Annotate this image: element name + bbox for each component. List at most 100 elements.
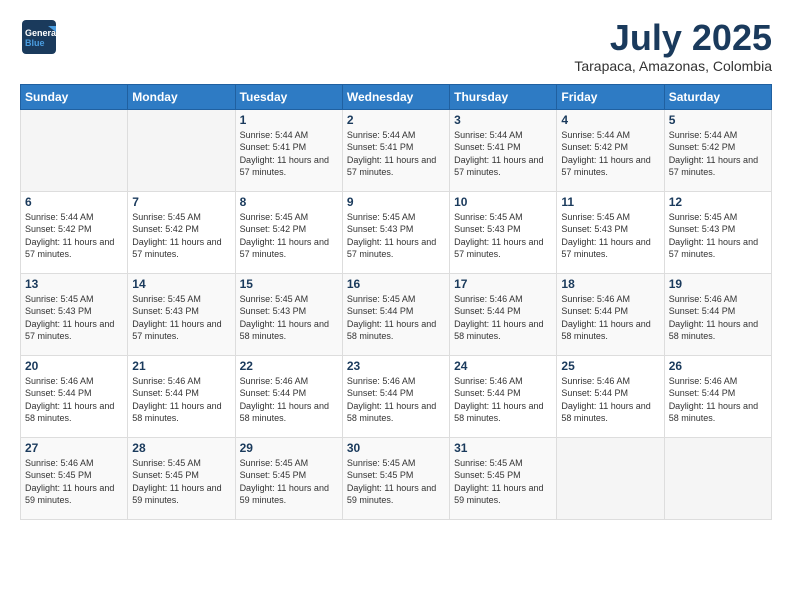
day-info: Sunrise: 5:46 AMSunset: 5:44 PMDaylight:… <box>347 375 445 425</box>
day-info: Sunrise: 5:46 AMSunset: 5:45 PMDaylight:… <box>25 457 123 507</box>
title-block: July 2025 Tarapaca, Amazonas, Colombia <box>574 18 772 74</box>
calendar-cell: 3 Sunrise: 5:44 AMSunset: 5:41 PMDaylight… <box>450 109 557 191</box>
weekday-header-friday: Friday <box>557 84 664 109</box>
day-number: 7 <box>132 195 230 209</box>
calendar-cell: 5 Sunrise: 5:44 AMSunset: 5:42 PMDaylight… <box>664 109 771 191</box>
day-info: Sunrise: 5:45 AMSunset: 5:43 PMDaylight:… <box>132 293 230 343</box>
calendar-cell <box>557 437 664 519</box>
calendar-cell: 16Sunrise: 5:45 AMSunset: 5:44 PMDayligh… <box>342 273 449 355</box>
day-info: Sunrise: 5:46 AMSunset: 5:44 PMDaylight:… <box>561 375 659 425</box>
day-info: Sunrise: 5:45 AMSunset: 5:42 PMDaylight:… <box>240 211 338 261</box>
weekday-header-monday: Monday <box>128 84 235 109</box>
day-info: Sunrise: 5:45 AMSunset: 5:43 PMDaylight:… <box>561 211 659 261</box>
day-number: 24 <box>454 359 552 373</box>
calendar-cell: 26Sunrise: 5:46 AMSunset: 5:44 PMDayligh… <box>664 355 771 437</box>
calendar-cell: 18 Sunrise: 5:46 AMSunset: 5:44 PMDayligh… <box>557 273 664 355</box>
calendar-cell: 20Sunrise: 5:46 AMSunset: 5:44 PMDayligh… <box>21 355 128 437</box>
calendar-cell: 24 Sunrise: 5:46 AMSunset: 5:44 PMDayligh… <box>450 355 557 437</box>
calendar-cell: 17Sunrise: 5:46 AMSunset: 5:44 PMDayligh… <box>450 273 557 355</box>
calendar-cell <box>128 109 235 191</box>
day-number: 25 <box>561 359 659 373</box>
day-number: 12 <box>669 195 767 209</box>
day-number: 1 <box>240 113 338 127</box>
week-row-3: 13 Sunrise: 5:45 AMSunset: 5:43 PMDayligh… <box>21 273 772 355</box>
day-number: 18 <box>561 277 659 291</box>
weekday-header-saturday: Saturday <box>664 84 771 109</box>
calendar-cell <box>21 109 128 191</box>
calendar-cell: 29Sunrise: 5:45 AMSunset: 5:45 PMDayligh… <box>235 437 342 519</box>
day-number: 28 <box>132 441 230 455</box>
day-info: Sunrise: 5:45 AMSunset: 5:43 PMDaylight:… <box>240 293 338 343</box>
day-number: 27 <box>25 441 123 455</box>
calendar-cell: 2 Sunrise: 5:44 AMSunset: 5:41 PMDaylight… <box>342 109 449 191</box>
day-number: 2 <box>347 113 445 127</box>
calendar-cell: 1 Sunrise: 5:44 AMSunset: 5:41 PMDaylight… <box>235 109 342 191</box>
day-info: Sunrise: 5:45 AMSunset: 5:43 PMDaylight:… <box>347 211 445 261</box>
calendar-cell: 8 Sunrise: 5:45 AMSunset: 5:42 PMDaylight… <box>235 191 342 273</box>
svg-text:Blue: Blue <box>25 38 45 48</box>
day-info: Sunrise: 5:44 AMSunset: 5:42 PMDaylight:… <box>561 129 659 179</box>
week-row-4: 20 Sunrise: 5:46 AMSunset: 5:44 PMDayligh… <box>21 355 772 437</box>
day-number: 26 <box>669 359 767 373</box>
calendar-cell: 13Sunrise: 5:45 AMSunset: 5:43 PMDayligh… <box>21 273 128 355</box>
day-info: Sunrise: 5:46 AMSunset: 5:44 PMDaylight:… <box>454 293 552 343</box>
calendar-cell: 22Sunrise: 5:46 AMSunset: 5:44 PMDayligh… <box>235 355 342 437</box>
day-number: 21 <box>132 359 230 373</box>
day-number: 8 <box>240 195 338 209</box>
day-number: 4 <box>561 113 659 127</box>
day-info: Sunrise: 5:45 AMSunset: 5:45 PMDaylight:… <box>347 457 445 507</box>
day-info: Sunrise: 5:44 AMSunset: 5:42 PMDaylight:… <box>25 211 123 261</box>
calendar-cell: 10 Sunrise: 5:45 AMSunset: 5:43 PMDayligh… <box>450 191 557 273</box>
day-number: 11 <box>561 195 659 209</box>
calendar-cell: 19Sunrise: 5:46 AMSunset: 5:44 PMDayligh… <box>664 273 771 355</box>
day-number: 23 <box>347 359 445 373</box>
calendar-cell: 9 Sunrise: 5:45 AMSunset: 5:43 PMDaylight… <box>342 191 449 273</box>
calendar-cell: 23 Sunrise: 5:46 AMSunset: 5:44 PMDayligh… <box>342 355 449 437</box>
weekday-header-row: SundayMondayTuesdayWednesdayThursdayFrid… <box>21 84 772 109</box>
day-info: Sunrise: 5:44 AMSunset: 5:41 PMDaylight:… <box>347 129 445 179</box>
calendar-cell: 30Sunrise: 5:45 AMSunset: 5:45 PMDayligh… <box>342 437 449 519</box>
calendar-cell: 4 Sunrise: 5:44 AMSunset: 5:42 PMDaylight… <box>557 109 664 191</box>
week-row-5: 27 Sunrise: 5:46 AMSunset: 5:45 PMDayligh… <box>21 437 772 519</box>
calendar-cell: 6 Sunrise: 5:44 AMSunset: 5:42 PMDaylight… <box>21 191 128 273</box>
day-info: Sunrise: 5:45 AMSunset: 5:45 PMDaylight:… <box>132 457 230 507</box>
day-number: 19 <box>669 277 767 291</box>
calendar-table: SundayMondayTuesdayWednesdayThursdayFrid… <box>20 84 772 520</box>
weekday-header-tuesday: Tuesday <box>235 84 342 109</box>
day-info: Sunrise: 5:44 AMSunset: 5:41 PMDaylight:… <box>454 129 552 179</box>
calendar-cell: 25 Sunrise: 5:46 AMSunset: 5:44 PMDayligh… <box>557 355 664 437</box>
logo-icon: General Blue <box>20 18 58 56</box>
weekday-header-thursday: Thursday <box>450 84 557 109</box>
day-number: 13 <box>25 277 123 291</box>
calendar-cell: 12 Sunrise: 5:45 AMSunset: 5:43 PMDayligh… <box>664 191 771 273</box>
day-number: 15 <box>240 277 338 291</box>
day-number: 6 <box>25 195 123 209</box>
day-number: 10 <box>454 195 552 209</box>
header: General Blue July 2025 Tarapaca, Amazona… <box>20 18 772 74</box>
calendar-cell: 14Sunrise: 5:45 AMSunset: 5:43 PMDayligh… <box>128 273 235 355</box>
calendar-cell: 27 Sunrise: 5:46 AMSunset: 5:45 PMDayligh… <box>21 437 128 519</box>
day-number: 31 <box>454 441 552 455</box>
day-info: Sunrise: 5:45 AMSunset: 5:42 PMDaylight:… <box>132 211 230 261</box>
day-number: 20 <box>25 359 123 373</box>
calendar-cell: 7 Sunrise: 5:45 AMSunset: 5:42 PMDaylight… <box>128 191 235 273</box>
day-info: Sunrise: 5:45 AMSunset: 5:43 PMDaylight:… <box>454 211 552 261</box>
month-title: July 2025 <box>574 18 772 58</box>
day-number: 22 <box>240 359 338 373</box>
day-number: 5 <box>669 113 767 127</box>
day-info: Sunrise: 5:44 AMSunset: 5:41 PMDaylight:… <box>240 129 338 179</box>
day-info: Sunrise: 5:45 AMSunset: 5:43 PMDaylight:… <box>669 211 767 261</box>
page: General Blue July 2025 Tarapaca, Amazona… <box>0 0 792 612</box>
week-row-1: 1 Sunrise: 5:44 AMSunset: 5:41 PMDaylight… <box>21 109 772 191</box>
logo: General Blue <box>20 18 58 56</box>
calendar-cell: 28 Sunrise: 5:45 AMSunset: 5:45 PMDayligh… <box>128 437 235 519</box>
day-info: Sunrise: 5:46 AMSunset: 5:44 PMDaylight:… <box>561 293 659 343</box>
calendar-cell: 21Sunrise: 5:46 AMSunset: 5:44 PMDayligh… <box>128 355 235 437</box>
day-info: Sunrise: 5:44 AMSunset: 5:42 PMDaylight:… <box>669 129 767 179</box>
day-number: 3 <box>454 113 552 127</box>
day-number: 16 <box>347 277 445 291</box>
calendar-cell: 31Sunrise: 5:45 AMSunset: 5:45 PMDayligh… <box>450 437 557 519</box>
calendar-cell: 11 Sunrise: 5:45 AMSunset: 5:43 PMDayligh… <box>557 191 664 273</box>
day-number: 9 <box>347 195 445 209</box>
day-info: Sunrise: 5:46 AMSunset: 5:44 PMDaylight:… <box>454 375 552 425</box>
